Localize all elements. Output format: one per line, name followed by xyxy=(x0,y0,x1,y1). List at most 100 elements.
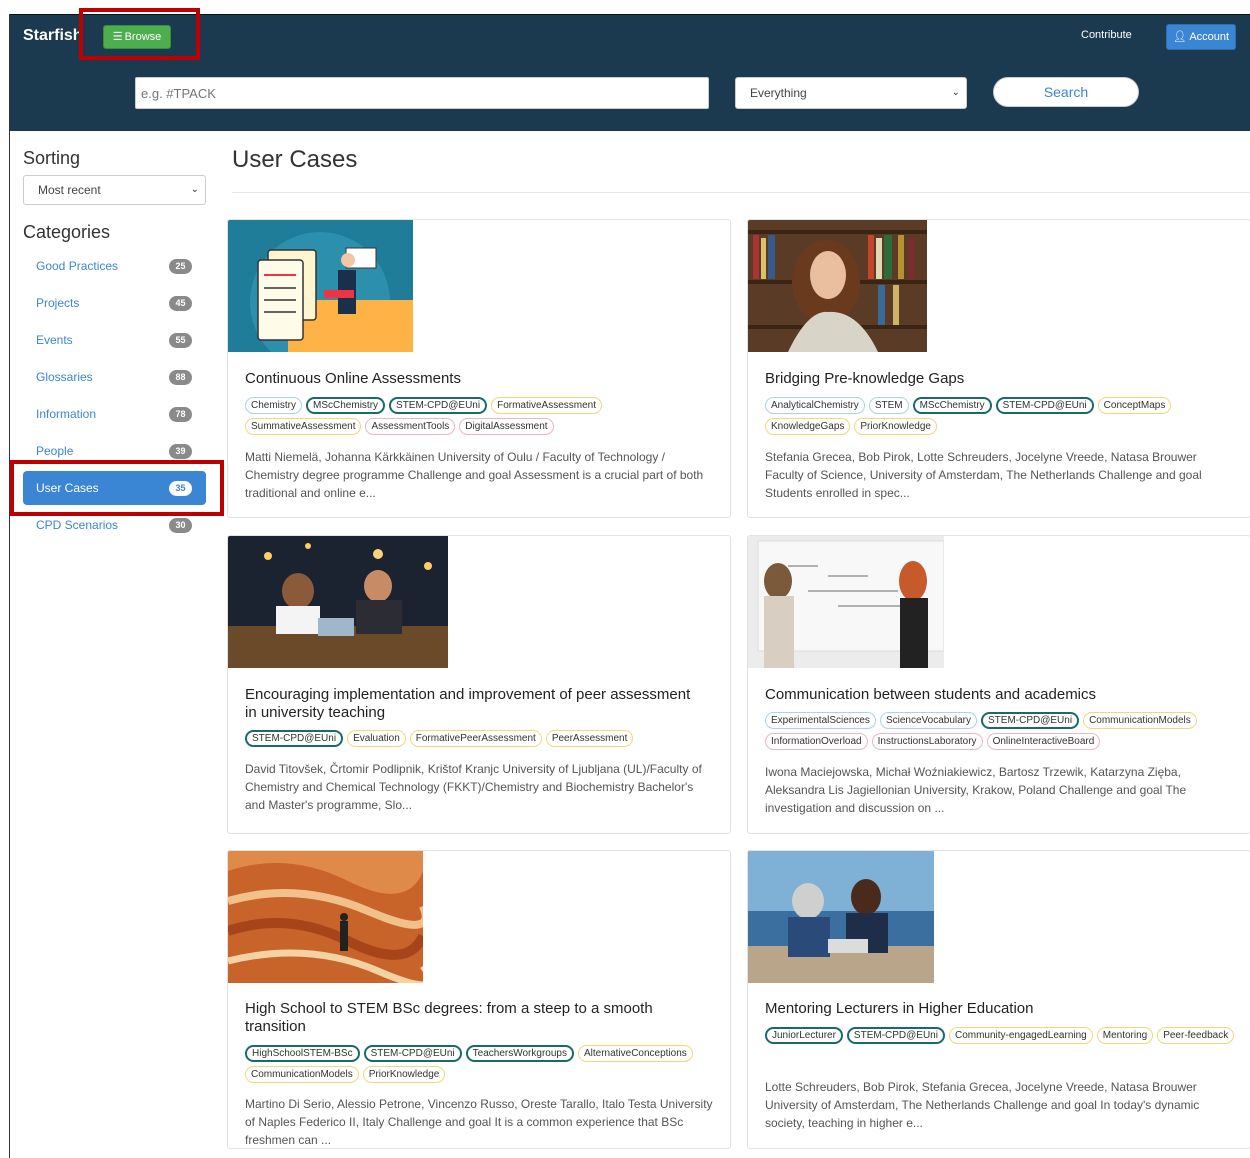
tag[interactable]: DigitalAssessment xyxy=(459,418,554,435)
tag[interactable]: FormativeAssessment xyxy=(491,397,603,414)
card-description: Stefania Grecea, Bob Pirok, Lotte Schreu… xyxy=(765,450,1202,500)
tag[interactable]: Community-engagedLearning xyxy=(948,1027,1093,1044)
brand-logo[interactable]: Starfish xyxy=(23,27,83,45)
tag[interactable]: AlternativeConceptions xyxy=(577,1045,693,1062)
tag-list: Chemistry MScChemistry STEM-CPD@EUni For… xyxy=(245,397,720,435)
search-button[interactable]: Search xyxy=(993,77,1139,107)
tag[interactable]: SummativeAssessment xyxy=(245,418,362,435)
tag[interactable]: FormativePeerAssessment xyxy=(409,730,542,747)
sort-select[interactable]: Most recent ⌄ xyxy=(23,175,206,205)
card-bridging-pre-knowledge-gaps[interactable]: Bridging Pre-knowledge Gaps AnalyticalCh… xyxy=(747,219,1250,518)
card-image xyxy=(228,220,413,352)
category-glossaries[interactable]: Glossaries 88 xyxy=(23,360,206,394)
tag-list: AnalyticalChemistry STEM MScChemistry ST… xyxy=(765,397,1240,435)
tag[interactable]: InstructionsLaboratory xyxy=(871,733,983,750)
tag[interactable]: STEM-CPD@EUni xyxy=(389,397,488,414)
tag[interactable]: ConceptMaps xyxy=(1097,397,1172,414)
category-label: Events xyxy=(36,333,73,347)
category-label: People xyxy=(36,444,74,458)
list-icon: ☰ xyxy=(112,31,123,43)
tag[interactable]: CommunicationModels xyxy=(245,1066,359,1083)
card-description: Matti Niemelä, Johanna Kärkkäinen Univer… xyxy=(245,450,704,500)
tag[interactable]: MScChemistry xyxy=(912,397,992,414)
card-title[interactable]: Continuous Online Assessments xyxy=(245,370,705,388)
tag[interactable]: STEM-CPD@EUni xyxy=(981,712,1080,729)
card-title[interactable]: High School to STEM BSc degrees: from a … xyxy=(245,1000,705,1036)
card-high-school-to-stem[interactable]: High School to STEM BSc degrees: from a … xyxy=(227,850,731,1149)
category-label: CPD Scenarios xyxy=(36,518,119,532)
tag[interactable]: STEM-CPD@EUni xyxy=(995,397,1094,414)
tag[interactable]: PriorKnowledge xyxy=(362,1066,446,1083)
left-border xyxy=(9,14,10,1158)
category-user-cases[interactable]: User Cases 35 xyxy=(23,471,206,505)
card-peer-assessment[interactable]: Encouraging implementation and improveme… xyxy=(227,535,731,834)
tag[interactable]: TeachersWorkgroups xyxy=(465,1045,574,1062)
tag[interactable]: Evaluation xyxy=(347,730,406,747)
browse-button[interactable]: ☰ Browse xyxy=(103,25,171,49)
category-label: User Cases xyxy=(36,481,99,495)
card-description: Lotte Schreuders, Bob Pirok, Stefania Gr… xyxy=(765,1080,1200,1130)
scope-select[interactable]: Everything ⌄ xyxy=(735,77,967,109)
category-good-practices[interactable]: Good Practices 25 xyxy=(23,249,206,283)
tag[interactable]: JuniorLecturer xyxy=(765,1027,843,1044)
account-button[interactable]: 👤︎ Account xyxy=(1166,24,1236,50)
tag[interactable]: ExperimentalSciences xyxy=(765,712,876,729)
tag[interactable]: CommunicationModels xyxy=(1083,712,1197,729)
card-image xyxy=(748,220,927,352)
sorting-heading: Sorting xyxy=(23,148,81,168)
tag[interactable]: AssessmentTools xyxy=(365,418,456,435)
tag[interactable]: STEM-CPD@EUni xyxy=(846,1027,945,1044)
card-title[interactable]: Communication between students and acade… xyxy=(765,686,1225,704)
contribute-link[interactable]: Contribute xyxy=(1081,29,1132,41)
count-badge: 39 xyxy=(169,444,192,459)
search-input[interactable] xyxy=(135,77,709,109)
tag[interactable]: PriorKnowledge xyxy=(854,418,937,435)
tag-list: STEM-CPD@EUni Evaluation FormativePeerAs… xyxy=(245,730,720,747)
count-badge: 88 xyxy=(169,370,192,385)
category-information[interactable]: Information 78 xyxy=(23,397,206,431)
categories-heading: Categories xyxy=(23,222,111,242)
card-image xyxy=(748,536,944,668)
tag[interactable]: OnlineInteractiveBoard xyxy=(986,733,1101,750)
card-image xyxy=(228,536,448,668)
count-badge: 45 xyxy=(169,296,192,311)
tag[interactable]: Peer-feedback xyxy=(1157,1027,1235,1044)
tag[interactable]: InformationOverload xyxy=(765,733,868,750)
tag[interactable]: KnowledgeGaps xyxy=(765,418,851,435)
count-badge: 30 xyxy=(169,518,192,533)
card-image xyxy=(228,851,423,983)
card-title[interactable]: Encouraging implementation and improveme… xyxy=(245,686,705,722)
card-description: Iwona Maciejowska, Michał Woźniakiewicz,… xyxy=(765,765,1187,815)
count-badge: 78 xyxy=(169,407,192,422)
card-communication-students-academics[interactable]: Communication between students and acade… xyxy=(747,535,1250,834)
tag-list: HighSchoolSTEM-BSc STEM-CPD@EUni Teacher… xyxy=(245,1045,720,1083)
browse-label: Browse xyxy=(124,31,162,43)
tag[interactable]: HighSchoolSTEM-BSc xyxy=(245,1045,360,1062)
tag[interactable]: PeerAssessment xyxy=(545,730,634,747)
user-icon: 👤︎ xyxy=(1172,31,1187,43)
tag[interactable]: STEM xyxy=(868,397,909,414)
category-events[interactable]: Events 55 xyxy=(23,323,206,357)
category-projects[interactable]: Projects 45 xyxy=(23,286,206,320)
card-mentoring-lecturers[interactable]: Mentoring Lecturers in Higher Education … xyxy=(747,850,1250,1149)
category-cpd-scenarios[interactable]: CPD Scenarios 30 xyxy=(23,508,206,542)
card-continuous-online-assessments[interactable]: Continuous Online Assessments Chemistry … xyxy=(227,219,731,518)
tag[interactable]: Mentoring xyxy=(1096,1027,1154,1044)
category-people[interactable]: People 39 xyxy=(23,434,206,468)
tag[interactable]: ScienceVocabulary xyxy=(879,712,977,729)
category-label: Projects xyxy=(36,296,80,310)
tag-list: JuniorLecturer STEM-CPD@EUni Community-e… xyxy=(765,1027,1240,1044)
tag[interactable]: AnalyticalChemistry xyxy=(765,397,865,414)
count-badge: 55 xyxy=(169,333,192,348)
tag[interactable]: Chemistry xyxy=(245,397,303,414)
category-label: Good Practices xyxy=(36,259,119,273)
top-navbar: Starfish ☰ Browse Contribute 👤︎ Account E… xyxy=(10,14,1250,131)
card-title[interactable]: Bridging Pre-knowledge Gaps xyxy=(765,370,1225,388)
tag-list: ExperimentalSciences ScienceVocabulary S… xyxy=(765,712,1240,750)
page-title: User Cases xyxy=(232,146,358,173)
category-label: Glossaries xyxy=(36,370,93,384)
tag[interactable]: STEM-CPD@EUni xyxy=(245,730,344,747)
tag[interactable]: STEM-CPD@EUni xyxy=(363,1045,462,1062)
tag[interactable]: MScChemistry xyxy=(306,397,386,414)
card-title[interactable]: Mentoring Lecturers in Higher Education xyxy=(765,1000,1225,1018)
